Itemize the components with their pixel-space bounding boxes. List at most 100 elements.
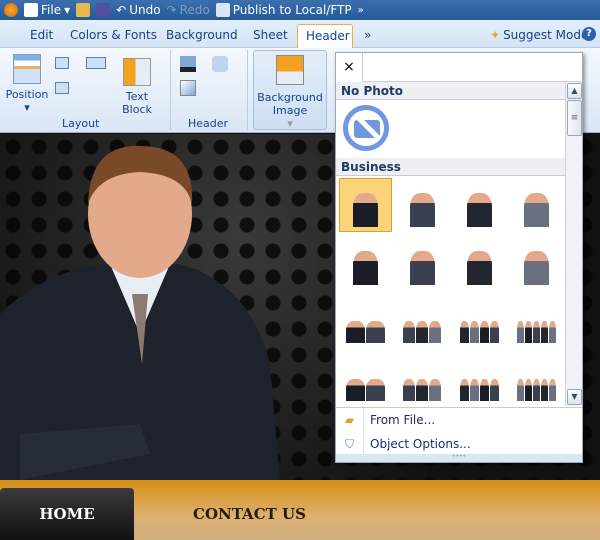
tab-header[interactable]: Header <box>297 24 353 48</box>
person-figure <box>429 379 442 401</box>
tab-edit[interactable]: Edit <box>22 24 61 48</box>
help-icon[interactable]: ? <box>582 27 596 41</box>
scrollbar[interactable]: ▲ ≡ ▼ <box>565 82 582 406</box>
background-image-icon <box>276 55 304 85</box>
person-figure <box>524 379 532 401</box>
text-block-button[interactable]: Text Block <box>112 58 162 116</box>
business-header: Business <box>336 158 565 176</box>
person-figure <box>429 321 442 343</box>
photo-thumbnail[interactable] <box>396 236 449 290</box>
no-photo-header: No Photo <box>336 82 565 100</box>
save-icon[interactable] <box>96 3 111 17</box>
person-figure <box>469 379 479 401</box>
person-figure <box>523 193 549 227</box>
gallery-footer: ▰ From File... ⛉ Object Options... <box>336 407 582 456</box>
person-figure <box>489 379 499 401</box>
toolbar-overflow-button[interactable]: » <box>358 5 364 16</box>
photo-thumbnail[interactable] <box>510 178 563 232</box>
person-figure <box>402 321 415 343</box>
divider <box>247 50 248 130</box>
object-options-icon: ⛉ <box>336 432 364 456</box>
resize-grip[interactable]: •••• <box>336 454 582 462</box>
person-figure <box>352 251 378 285</box>
person-figure <box>540 379 548 401</box>
tab-colors-fonts[interactable]: Colors & Fonts <box>62 24 165 48</box>
scroll-thumb[interactable]: ≡ <box>567 100 582 136</box>
person-figure <box>352 193 378 227</box>
person-figure <box>345 321 365 343</box>
person-figure <box>524 321 532 343</box>
layout-icon <box>13 54 41 84</box>
photo-thumbnail[interactable] <box>396 294 449 348</box>
person-figure <box>415 379 429 401</box>
person-figure <box>540 321 548 343</box>
nav-home[interactable]: HOME <box>0 488 134 540</box>
site-nav: HOME CONTACT US <box>0 480 600 540</box>
transparency-icon[interactable] <box>180 80 196 96</box>
photo-thumbnail[interactable] <box>396 178 449 232</box>
group-header-label: Header <box>188 117 229 130</box>
tab-more[interactable]: » <box>356 24 379 48</box>
file-menu[interactable]: File ▾ <box>24 3 70 17</box>
person-figure <box>459 379 469 401</box>
no-photo-option[interactable] <box>343 105 389 151</box>
person-figure <box>402 379 415 401</box>
thumbnail-grid <box>337 176 565 406</box>
photo-thumbnail[interactable] <box>339 236 392 290</box>
tab-background[interactable]: Background <box>158 24 246 48</box>
group-layout-label: Layout <box>62 117 100 130</box>
person-figure <box>479 321 489 343</box>
scroll-down-button[interactable]: ▼ <box>567 389 582 405</box>
person-figure <box>415 321 429 343</box>
from-file-menu-item[interactable]: ▰ From File... <box>336 408 582 432</box>
person-figure <box>365 379 385 401</box>
photo-thumbnail[interactable] <box>510 236 563 290</box>
app-logo-icon[interactable] <box>4 3 18 17</box>
position-button[interactable]: Position ▾ <box>5 54 49 114</box>
photo-thumbnail[interactable] <box>339 294 392 348</box>
nav-contact-us[interactable]: CONTACT US <box>193 488 306 540</box>
person-figure <box>466 193 492 227</box>
publish-icon <box>215 3 230 17</box>
header-photo <box>0 145 280 480</box>
ribbon-tabs: Edit Colors & Fonts Background Sheet Hea… <box>0 20 600 48</box>
margin-side-icon[interactable] <box>86 57 106 69</box>
person-figure <box>409 251 435 285</box>
margin-top-icon[interactable] <box>55 57 69 69</box>
scroll-up-button[interactable]: ▲ <box>567 83 582 99</box>
person-figure <box>516 321 524 343</box>
person-figure <box>469 321 479 343</box>
photo-thumbnail[interactable] <box>453 178 506 232</box>
text-block-icon <box>123 58 151 86</box>
lightbulb-icon: ✦ <box>490 28 501 42</box>
person-figure <box>548 321 556 343</box>
person-figure <box>365 321 385 343</box>
fill-color-icon[interactable] <box>180 56 196 72</box>
photo-thumbnail[interactable] <box>453 236 506 290</box>
margin-bottom-icon[interactable] <box>55 82 69 94</box>
photo-thumbnail[interactable] <box>510 294 563 348</box>
open-folder-icon: ▰ <box>336 408 364 432</box>
person-figure <box>345 379 365 401</box>
photo-thumbnail[interactable] <box>396 352 449 406</box>
photo-thumbnail[interactable] <box>453 294 506 348</box>
redo-button[interactable]: ↷ Redo <box>167 3 210 17</box>
photo-thumbnail[interactable] <box>453 352 506 406</box>
open-folder-icon[interactable] <box>76 3 91 17</box>
person-figure <box>479 379 489 401</box>
person-figure <box>409 193 435 227</box>
undo-button[interactable]: ↶ Undo <box>116 3 160 17</box>
tab-sheet[interactable]: Sheet <box>245 24 296 48</box>
person-figure <box>466 251 492 285</box>
person-figure <box>459 321 469 343</box>
close-button[interactable]: × <box>336 53 363 81</box>
suggest-mode-button[interactable]: ✦ Suggest Mode <box>482 24 596 48</box>
background-image-button[interactable]: Background Image ▾ <box>253 50 327 130</box>
photo-thumbnail[interactable] <box>339 352 392 406</box>
photo-thumbnail[interactable] <box>339 178 392 232</box>
photo-thumbnail[interactable] <box>510 352 563 406</box>
publish-button[interactable]: Publish to Local/FTP <box>215 3 352 17</box>
brush-icon[interactable] <box>212 56 228 72</box>
person-figure <box>516 379 524 401</box>
person-figure <box>548 379 556 401</box>
